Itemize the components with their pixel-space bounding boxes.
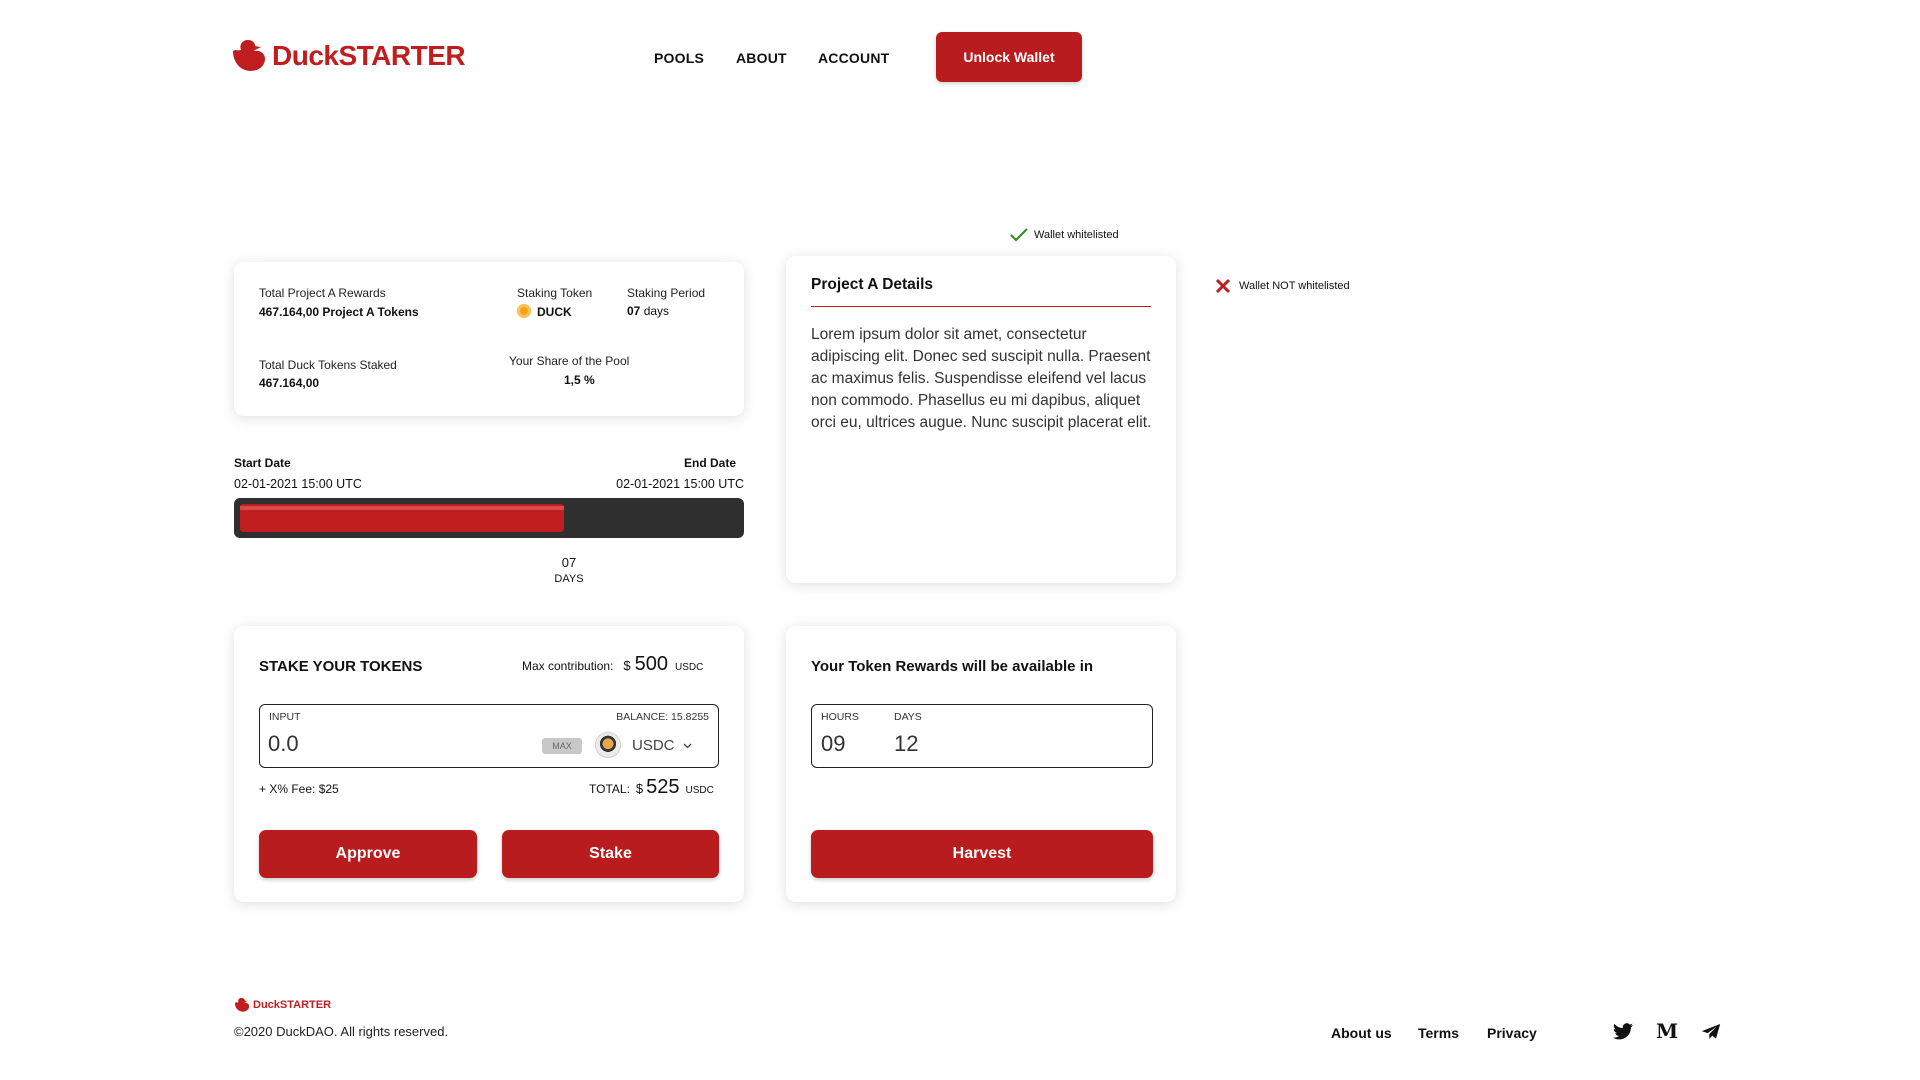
not-whitelisted-label: Wallet NOT whitelisted [1239,280,1350,292]
stake-card: STAKE YOUR TOKENS Max contribution: $500… [234,626,744,902]
stake-title: STAKE YOUR TOKENS [259,658,423,675]
total-unit: USDC [685,785,714,796]
footer-logo[interactable]: DuckSTARTER [234,997,331,1013]
input-label: INPUT [269,711,301,723]
end-date-value: 02-01-2021 15:00 UTC [616,477,744,491]
total-staked-label: Total Duck Tokens Staked [259,358,397,372]
start-date-label: Start Date [234,456,291,470]
wallet-whitelisted-status: Wallet whitelisted [1010,228,1119,242]
total-label: TOTAL: [589,782,630,796]
max-unit: USDC [675,662,704,673]
token-select[interactable]: USDC [632,737,692,754]
days-label: DAYS [894,711,922,723]
medium-icon[interactable]: M [1656,1019,1678,1043]
total-currency: $ [635,781,644,796]
duck-coin-icon [517,304,531,318]
duck-logo-icon [233,40,265,71]
countdown-unit: DAYS [554,573,584,585]
rewards-countdown-box: HOURS DAYS 09 12 [811,704,1153,768]
staking-token-value: DUCK [517,304,572,319]
max-button[interactable]: MAX [542,738,582,754]
project-details-card: Project A Details Lorem ipsum dolor sit … [786,256,1176,583]
logo-suffix: STARTER [338,40,466,71]
max-contribution-label: Max contribution: [522,659,614,673]
countdown-value: 07 [561,555,577,570]
rewards-card: Your Token Rewards will be available in … [786,626,1176,902]
total-rewards-label: Total Project A Rewards [259,286,386,300]
harvest-button[interactable]: Harvest [811,830,1153,878]
footer-logo-prefix: Duck [253,999,280,1011]
staking-progress-bar [234,498,744,538]
footer-link-terms[interactable]: Terms [1418,1025,1459,1041]
nav-account[interactable]: ACCOUNT [818,50,889,66]
total-rewards-value: 467.164,00 Project A Tokens [259,305,419,319]
unlock-wallet-button[interactable]: Unlock Wallet [936,32,1082,82]
details-body: Lorem ipsum dolor sit amet, consectetur … [811,326,1152,431]
check-icon [1010,228,1028,242]
token-label: USDC [632,737,675,754]
stake-button[interactable]: Stake [502,830,719,878]
pool-share-value: 1,5 % [564,373,595,387]
max-value: 500 [634,653,668,675]
duck-logo-icon [234,997,250,1012]
hours-label: HOURS [821,711,859,723]
usdc-token-icon [596,733,620,757]
brand-logo[interactable]: DuckSTARTER [232,38,466,74]
nav-about[interactable]: ABOUT [736,50,787,66]
pool-info-card: Total Project A Rewards 467.164,00 Proje… [234,262,744,416]
footer-link-privacy[interactable]: Privacy [1487,1025,1537,1041]
staking-period-number: 07 [627,304,641,318]
progress-fill [240,504,564,532]
rewards-title: Your Token Rewards will be available in [811,658,1094,675]
balance-label: BALANCE: 15.8255 [616,711,709,723]
total-staked-value: 467.164,00 [259,376,320,390]
copyright: ©2020 DuckDAO. All rights reserved. [234,1024,449,1039]
details-title: Project A Details [811,276,934,293]
footer-logo-suffix: STARTER [279,999,332,1011]
staking-period-value: 07 days [627,304,669,318]
staking-token-label: Staking Token [517,286,593,300]
stake-amount-input[interactable]: 0.0 [268,731,299,757]
staking-period-label: Staking Period [627,286,706,300]
fee-text: + X% Fee: $25 [259,782,339,796]
wallet-not-whitelisted-status: Wallet NOT whitelisted [1215,278,1350,294]
cross-icon [1215,278,1231,294]
details-divider [811,306,1151,307]
chevron-down-icon [683,743,691,748]
total-amount: TOTAL: $525 USDC [589,776,714,799]
logo-prefix: Duck [272,40,339,71]
staking-period-unit: days [643,304,670,318]
hours-value: 09 [821,731,846,756]
start-date-value: 02-01-2021 15:00 UTC [234,477,362,491]
max-currency: $ [623,658,631,673]
days-value: 12 [894,731,919,756]
telegram-icon[interactable] [1700,1021,1722,1041]
end-date-label: End Date [684,456,737,470]
approve-button[interactable]: Approve [259,830,477,878]
max-contribution: Max contribution: $500 USDC [522,653,703,676]
whitelisted-label: Wallet whitelisted [1034,229,1119,241]
twitter-icon[interactable] [1612,1021,1634,1041]
stake-input-box[interactable]: INPUT BALANCE: 15.8255 0.0 MAX USDC [259,704,719,768]
nav-pools[interactable]: POOLS [654,50,704,66]
staking-token-symbol: DUCK [537,305,572,319]
total-value: 525 [646,776,680,798]
pool-share-label: Your Share of the Pool [509,354,630,368]
footer-link-about[interactable]: About us [1331,1025,1392,1041]
